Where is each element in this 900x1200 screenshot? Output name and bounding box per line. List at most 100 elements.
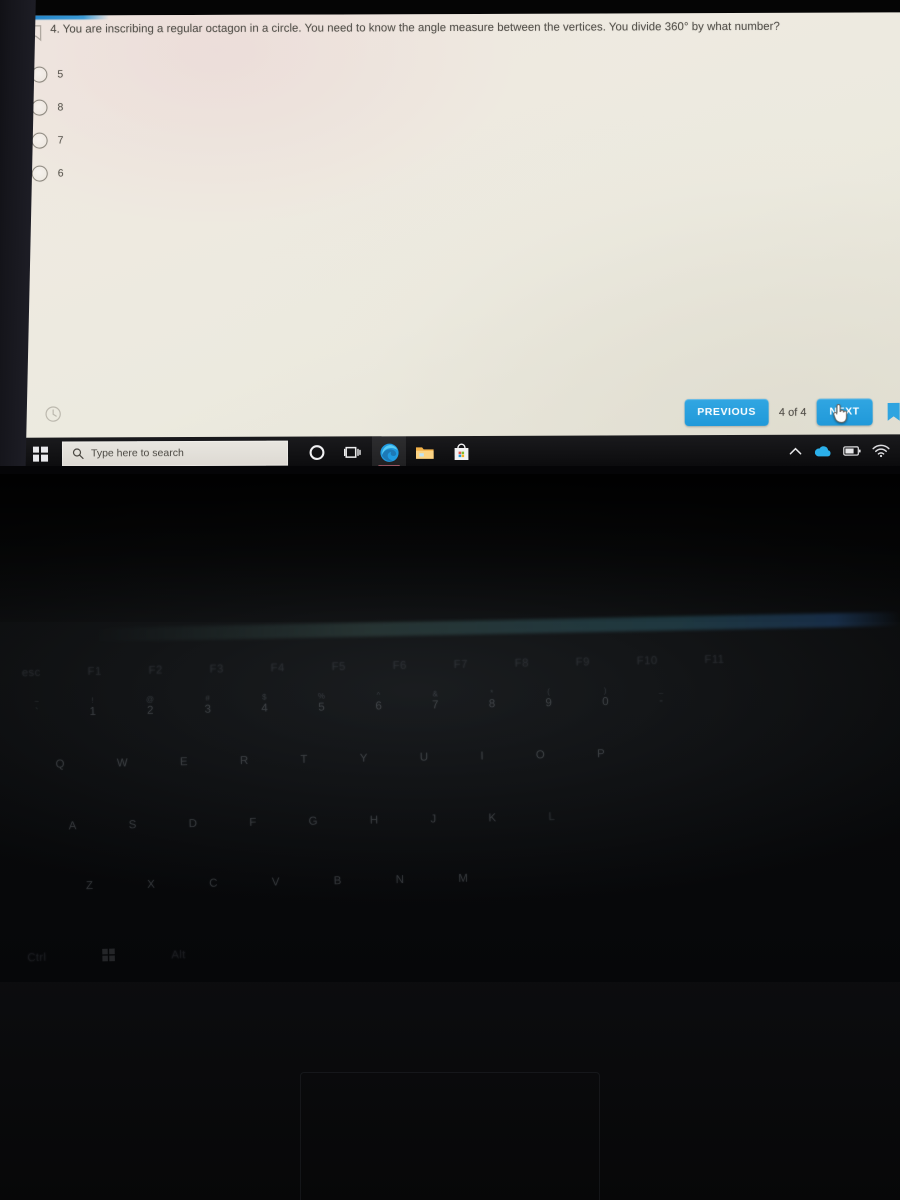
keyboard-function-row: esc F1 F2 F3 F4 F5 F6 F7 F8 F9 F10 F11 bbox=[21, 653, 725, 680]
taskbar-item-microsoft-edge[interactable] bbox=[371, 436, 407, 469]
key-f7: F7 bbox=[453, 658, 468, 671]
key-backtick: ~ ` bbox=[34, 696, 40, 720]
key-i: I bbox=[480, 750, 485, 763]
clock-icon bbox=[45, 406, 61, 422]
quiz-navigation: PREVIOUS 4 of 4 NEXT bbox=[684, 398, 900, 427]
taskbar-item-task-view[interactable] bbox=[336, 436, 370, 468]
key-f11: F11 bbox=[704, 653, 725, 667]
taskbar-pinned-items bbox=[300, 436, 478, 469]
key-c: C bbox=[209, 877, 218, 890]
key-g: G bbox=[308, 815, 318, 828]
key-minus: _ - bbox=[658, 684, 664, 708]
key-d: D bbox=[188, 817, 198, 831]
answer-options: 5 8 7 6 bbox=[31, 58, 64, 190]
taskbar-item-cortana[interactable] bbox=[300, 436, 334, 468]
browser-chrome-edge bbox=[23, 12, 110, 20]
question-text: 4. You are inscribing a regular octagon … bbox=[50, 20, 780, 36]
key-y: Y bbox=[359, 752, 368, 765]
key-m: M bbox=[458, 872, 469, 885]
key-0: ) 0 bbox=[602, 686, 610, 709]
key-1: ! 1 bbox=[89, 695, 97, 718]
key-h: H bbox=[369, 814, 379, 827]
key-a: A bbox=[68, 820, 77, 833]
key-esc: esc bbox=[21, 666, 41, 680]
page-count: 4 of 4 bbox=[778, 406, 807, 419]
next-button-label: NEXT bbox=[829, 405, 860, 418]
key-e: E bbox=[179, 756, 189, 769]
key-9: (9 bbox=[545, 687, 553, 710]
option-label: 6 bbox=[57, 167, 64, 180]
key-q: Q bbox=[55, 758, 65, 771]
radio-button[interactable] bbox=[31, 132, 48, 149]
file-explorer-icon bbox=[415, 446, 434, 459]
task-view-icon bbox=[343, 446, 361, 458]
microsoft-store-icon bbox=[454, 443, 468, 461]
key-p: P bbox=[597, 748, 606, 761]
wifi-icon[interactable] bbox=[872, 444, 890, 457]
show-hidden-icons-chevron-icon[interactable] bbox=[789, 446, 802, 455]
radio-button[interactable] bbox=[31, 165, 48, 182]
key-b: B bbox=[333, 875, 342, 888]
laptop-keyboard-deck: esc F1 F2 F3 F4 F5 F6 F7 F8 F9 F10 F11 ~… bbox=[0, 472, 900, 1200]
key-f1: F1 bbox=[87, 665, 102, 678]
key-alt: Alt bbox=[171, 948, 186, 961]
key-ctrl: Ctrl bbox=[27, 951, 47, 964]
bookmark-filled-icon[interactable] bbox=[887, 402, 900, 421]
key-w: W bbox=[116, 757, 129, 770]
windows-logo-icon bbox=[32, 446, 48, 462]
key-f10: F10 bbox=[636, 655, 658, 668]
key-n: N bbox=[395, 873, 405, 887]
question-row: 4. You are inscribing a regular octagon … bbox=[29, 21, 780, 47]
key-u: U bbox=[419, 751, 429, 764]
option-label: 5 bbox=[57, 68, 64, 81]
key-f: F bbox=[249, 816, 257, 829]
windows-taskbar: Type here to search bbox=[21, 434, 900, 470]
onedrive-cloud-icon[interactable] bbox=[813, 444, 832, 457]
option-label: 7 bbox=[57, 134, 64, 147]
key-o: O bbox=[535, 749, 546, 762]
microsoft-edge-icon bbox=[379, 443, 399, 462]
key-x: X bbox=[147, 878, 156, 891]
taskbar-item-file-explorer[interactable] bbox=[408, 436, 442, 468]
key-f4: F4 bbox=[270, 662, 285, 675]
key-t: T bbox=[300, 753, 308, 766]
timer[interactable] bbox=[45, 406, 62, 428]
keyboard-row-home: A S D F G H J K L bbox=[68, 811, 556, 833]
option-label: 8 bbox=[57, 101, 64, 114]
keyboard-number-row: ~ ` ! 1 @2 #3 $4 % 5 ^ 6 & 7 * 8 (9 ) 0 _ - bbox=[34, 684, 664, 720]
trackpad[interactable] bbox=[300, 1072, 600, 1200]
screen-bezel-bottom bbox=[0, 466, 900, 474]
keyboard-row-bottom-letters: Z X C V B N M bbox=[85, 872, 469, 893]
search-placeholder: Type here to search bbox=[90, 447, 184, 460]
key-f9: F9 bbox=[575, 656, 590, 669]
search-icon bbox=[72, 448, 84, 460]
key-5: % 5 bbox=[317, 691, 326, 714]
option-row[interactable]: 5 bbox=[31, 58, 63, 91]
option-row[interactable]: 6 bbox=[31, 157, 64, 190]
key-l: L bbox=[548, 811, 556, 824]
key-z: Z bbox=[85, 879, 94, 893]
key-f5: F5 bbox=[331, 661, 346, 674]
taskbar-item-microsoft-store[interactable] bbox=[444, 436, 478, 468]
option-row[interactable]: 7 bbox=[31, 124, 64, 157]
key-f6: F6 bbox=[392, 659, 407, 673]
key-2: @2 bbox=[145, 694, 155, 717]
previous-button[interactable]: PREVIOUS bbox=[684, 398, 769, 427]
start-button[interactable] bbox=[22, 438, 58, 470]
key-f2: F2 bbox=[148, 664, 163, 677]
key-f3: F3 bbox=[209, 663, 224, 676]
key-v: V bbox=[271, 876, 280, 889]
cortana-icon bbox=[309, 445, 325, 461]
laptop-photo: 4. You are inscribing a regular octagon … bbox=[0, 0, 900, 1200]
next-button[interactable]: NEXT bbox=[816, 398, 873, 426]
key-4: $4 bbox=[261, 692, 269, 715]
option-row[interactable]: 8 bbox=[31, 91, 63, 124]
system-tray bbox=[789, 444, 900, 457]
physical-keyboard: esc F1 F2 F3 F4 F5 F6 F7 F8 F9 F10 F11 ~… bbox=[0, 472, 900, 1041]
key-6: ^ 6 bbox=[375, 690, 383, 713]
battery-icon[interactable] bbox=[843, 445, 861, 456]
search-input[interactable]: Type here to search bbox=[61, 440, 289, 467]
keyboard-row-qwerty: Q W E R T Y U I O P bbox=[55, 748, 606, 771]
radio-button[interactable] bbox=[31, 99, 48, 116]
laptop-screen: 4. You are inscribing a regular octagon … bbox=[0, 0, 900, 474]
